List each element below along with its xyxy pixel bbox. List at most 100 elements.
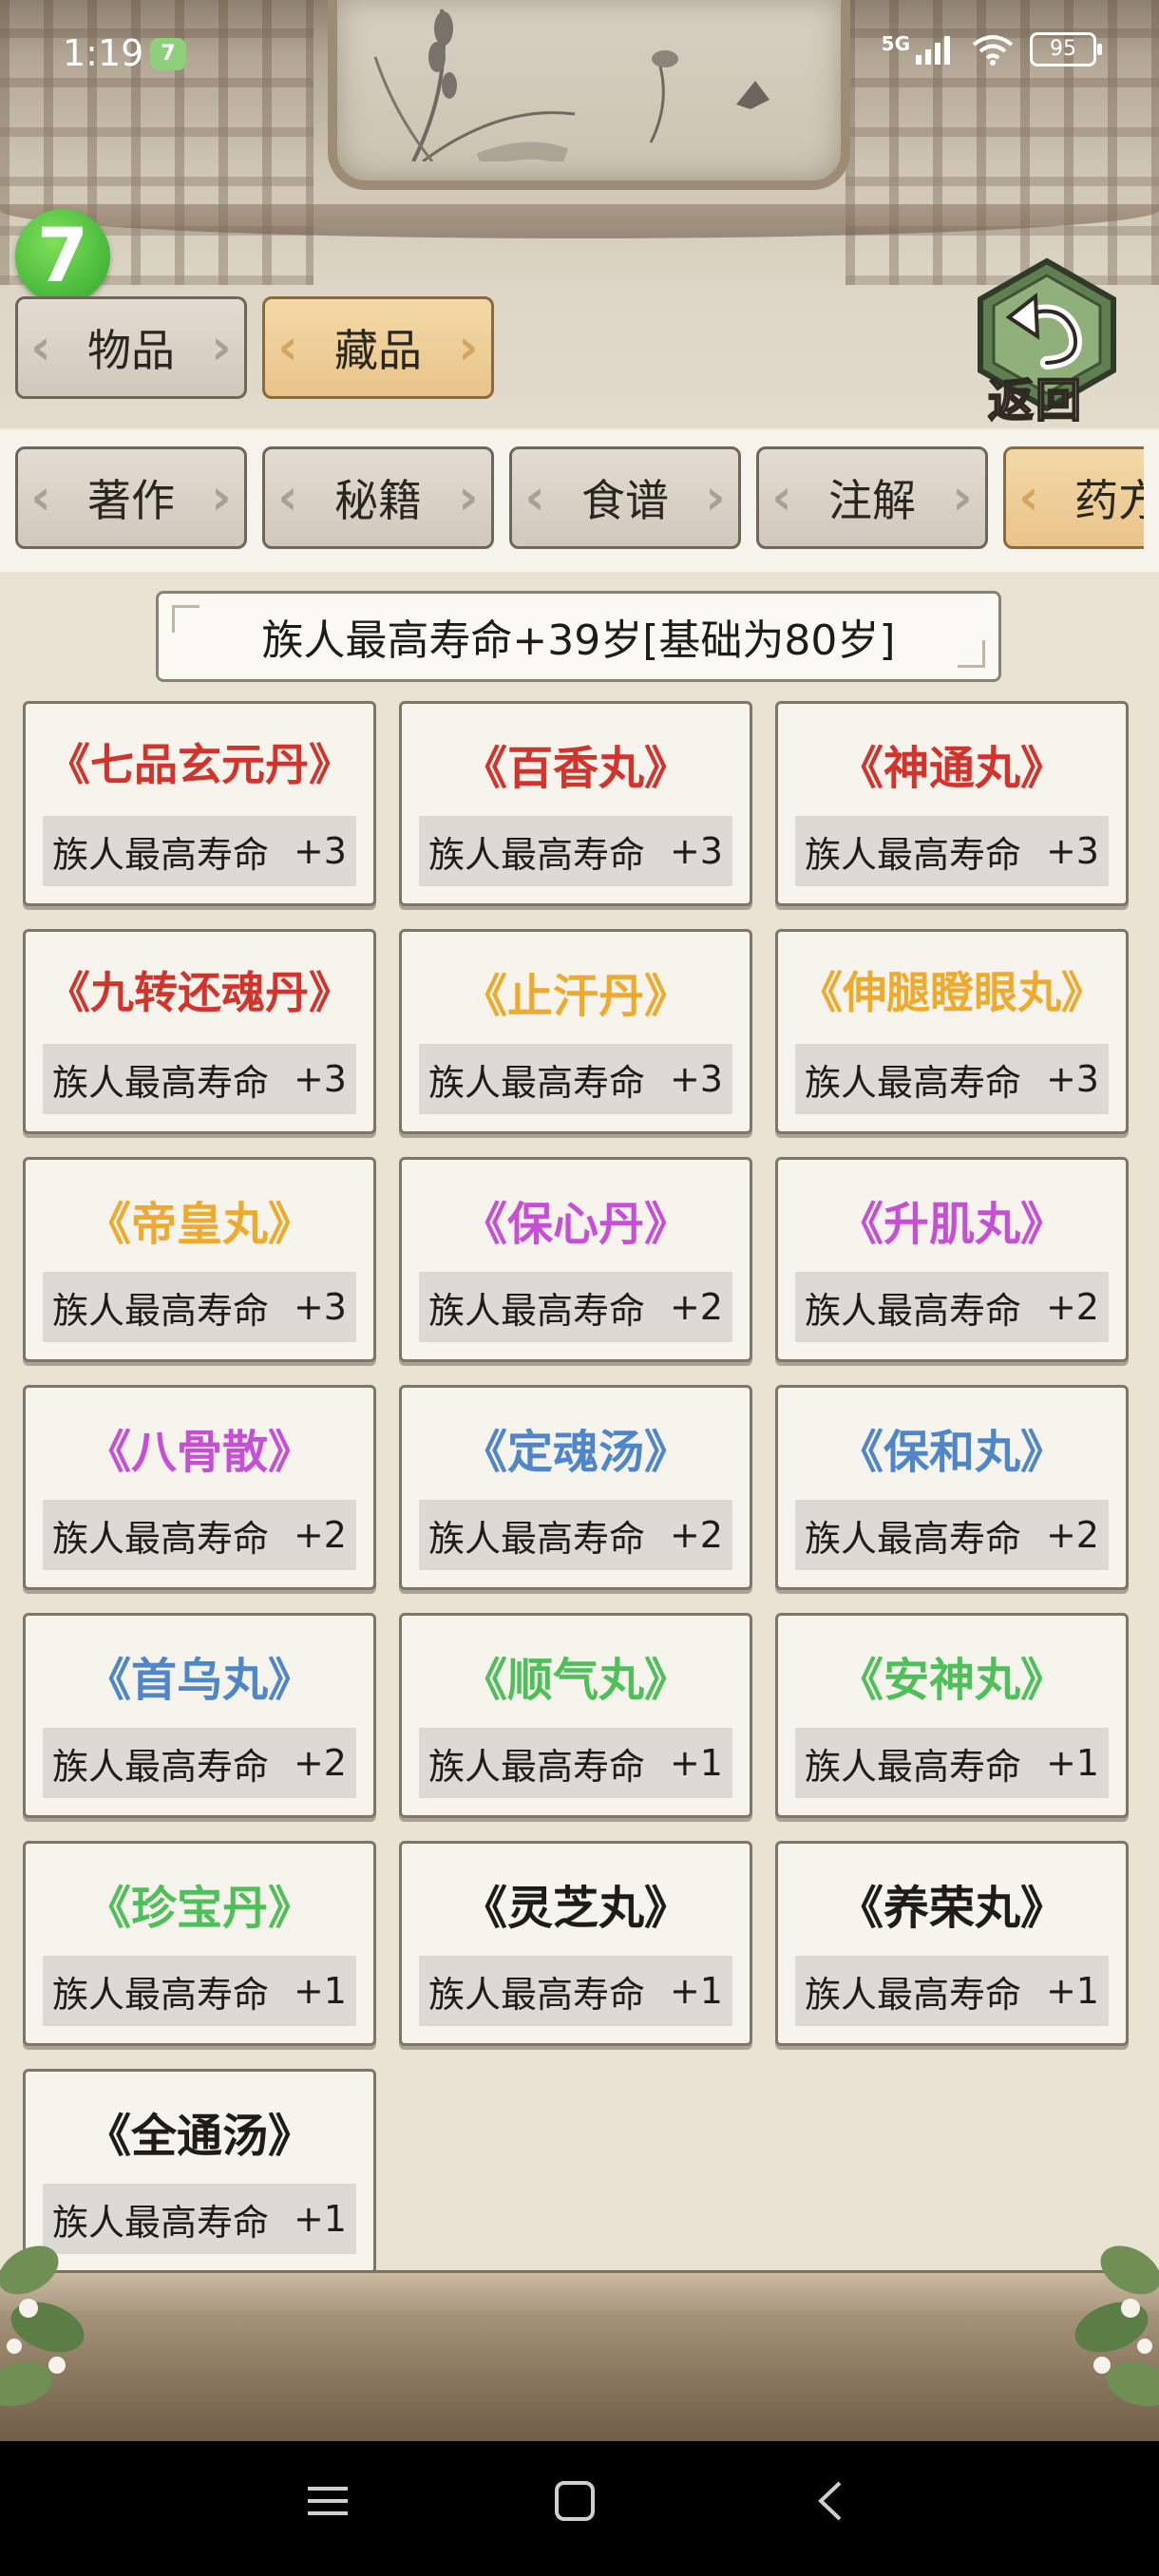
status-icons: 5G 95 [882,32,1102,66]
item-card[interactable]: 《止汗丹》族人最高寿命 +3 [399,929,752,1134]
wifi-icon [972,35,1014,66]
signal-icon [916,36,950,65]
item-card[interactable]: 《灵芝丸》族人最高寿命 +1 [399,1841,752,2046]
item-effect-row: 族人最高寿命 +2 [795,1500,1109,1570]
item-effect-value: +1 [293,2198,347,2240]
item-card[interactable]: 《百香丸》 族人最高寿命 +3 [399,701,752,906]
item-effect-label: 族人最高寿命 [805,1289,1022,1332]
item-card[interactable]: 《伸腿瞪眼丸》族人最高寿命 +3 [775,929,1129,1134]
item-effect-value: +2 [669,1514,723,1556]
chevron-left-icon: ‹ [524,469,545,526]
item-effect-row: 族人最高寿命 +3 [419,1044,732,1114]
item-effect-row: 族人最高寿命 +1 [795,1728,1109,1798]
item-effect-value: +1 [669,1742,723,1784]
item-effect-row: 族人最高寿命 +1 [419,1728,732,1798]
item-card[interactable]: 《升肌丸》族人最高寿命 +2 [775,1157,1129,1362]
item-effect-value: +2 [293,1514,347,1556]
item-name: 《止汗丹》 [461,970,690,1023]
item-effect-label: 族人最高寿命 [805,1061,1022,1104]
chevron-left-icon: ‹ [277,469,298,526]
chevron-left-icon: ‹ [277,319,298,376]
tab-prescriptions[interactable]: ‹ 药方 [1003,446,1144,549]
tab-works-label: 著作 [87,475,175,526]
item-card[interactable]: 《首乌丸》 族人最高寿命 +2 [23,1613,376,1818]
tab-annotations[interactable]: ‹ 注解 › [756,446,988,549]
item-card[interactable]: 《顺气丸》族人最高寿命 +1 [399,1613,752,1818]
tab-collection[interactable]: ‹ 藏品 › [262,296,494,399]
flower-leaves-right-icon [1074,2245,1159,2407]
item-effect-value: +1 [293,1970,347,2012]
item-name: 《八骨散》 [85,1426,314,1479]
item-name: 《伸腿瞪眼丸》 [799,967,1105,1018]
item-effect-value: +1 [1045,1970,1099,2012]
item-name: 《灵芝丸》 [461,1882,690,1935]
item-card[interactable]: 《养荣丸》族人最高寿命 +1 [775,1841,1129,2046]
item-card[interactable]: 《定魂汤》 族人最高寿命 +2 [399,1385,752,1590]
chevron-right-icon: › [458,469,479,526]
item-name: 《保和丸》 [837,1426,1066,1479]
item-name: 《全通汤》 [85,2110,314,2163]
item-card[interactable]: 《帝皇丸》 族人最高寿命 +3 [23,1157,376,1362]
tab-secret-manuals[interactable]: ‹ 秘籍 › [262,446,494,549]
item-name: 《顺气丸》 [461,1654,690,1707]
chevron-right-icon: › [705,469,726,526]
item-card[interactable]: 《八骨散》族人最高寿命 +2 [23,1385,376,1590]
tab-items[interactable]: ‹ 物品 › [15,296,247,399]
item-effect-value: +1 [669,1970,723,2012]
chevron-left-icon: ‹ [771,469,792,526]
item-effect-row: 族人最高寿命 +1 [795,1956,1109,2026]
item-effect-value: +3 [293,1058,347,1100]
item-effect-label: 族人最高寿命 [52,1289,270,1332]
item-card[interactable]: 《珍宝丹》 族人最高寿命 +1 [23,1841,376,2046]
item-effect-row: 族人最高寿命 +2 [419,1500,732,1570]
item-effect-label: 族人最高寿命 [805,1973,1022,2016]
chevron-left-icon: ‹ [30,469,51,526]
system-nav-bar [0,2441,1159,2576]
menu-icon[interactable] [304,2477,352,2525]
item-effect-label: 族人最高寿命 [52,1517,270,1560]
item-effect-value: +1 [1045,1742,1099,1784]
item-effect-row: 族人最高寿命 +1 [43,1956,356,2026]
home-icon[interactable] [551,2477,598,2525]
status-time: 1:19 [63,32,144,74]
item-name: 《养荣丸》 [837,1882,1066,1935]
item-card[interactable]: 《七品玄元丹》 族人最高寿命 +3 [23,701,376,906]
tab-prescriptions-label: 药方 [1074,475,1144,526]
item-effect-label: 族人最高寿命 [52,1973,270,2016]
item-effect-label: 族人最高寿命 [52,1745,270,1788]
item-effect-label: 族人最高寿命 [428,1745,646,1788]
item-effect-label: 族人最高寿命 [428,1973,646,2016]
tab-annotations-label: 注解 [828,475,916,526]
chevron-right-icon: › [458,319,479,376]
item-card[interactable]: 《保心丹》 族人最高寿命 +2 [399,1157,752,1362]
item-effect-label: 族人最高寿命 [805,1745,1022,1788]
item-effect-label: 族人最高寿命 [428,1517,646,1560]
item-effect-row: 族人最高寿命 +3 [43,1044,356,1114]
item-effect-row: 族人最高寿命 +2 [795,1272,1109,1342]
item-card[interactable]: 《九转还魂丹》 族人最高寿命 +3 [23,929,376,1134]
tab-recipes[interactable]: ‹ 食谱 › [509,446,741,549]
return-button-label[interactable]: 返回 [987,363,1083,429]
item-name: 《百香丸》 [461,742,690,795]
item-effect-value: +2 [1045,1286,1099,1328]
item-grid: 《七品玄元丹》 族人最高寿命 +3 《百香丸》 族人最高寿命 +3 《神通丸》 族人最高寿命 +… [23,701,1136,2274]
item-name: 《安神丸》 [837,1654,1066,1707]
item-effect-value: +3 [1045,1058,1099,1100]
item-effect-row: 族人最高寿命 +1 [419,1956,732,2026]
item-card[interactable]: 《保和丸》族人最高寿命 +2 [775,1385,1129,1590]
item-name: 《七品玄元丹》 [47,739,352,790]
tab-works[interactable]: ‹ 著作 › [15,446,247,549]
item-name: 《升肌丸》 [837,1198,1066,1251]
app-notification-icon: 7 [150,38,186,70]
chevron-right-icon: › [952,469,973,526]
chevron-left-icon: ‹ [1018,469,1039,526]
lifespan-bonus-text: 族人最高寿命+39岁[基础为80岁] [261,616,896,665]
item-name: 《神通丸》 [837,742,1066,795]
tab-recipes-label: 食谱 [581,475,669,526]
back-icon[interactable] [808,2477,855,2525]
item-card[interactable]: 《神通丸》 族人最高寿命 +3 [775,701,1129,906]
game-badge-icon[interactable]: 7 [15,209,110,304]
item-effect-row: 族人最高寿命 +3 [795,1044,1109,1114]
chevron-left-icon: ‹ [30,319,51,376]
item-card[interactable]: 《安神丸》族人最高寿命 +1 [775,1613,1129,1818]
